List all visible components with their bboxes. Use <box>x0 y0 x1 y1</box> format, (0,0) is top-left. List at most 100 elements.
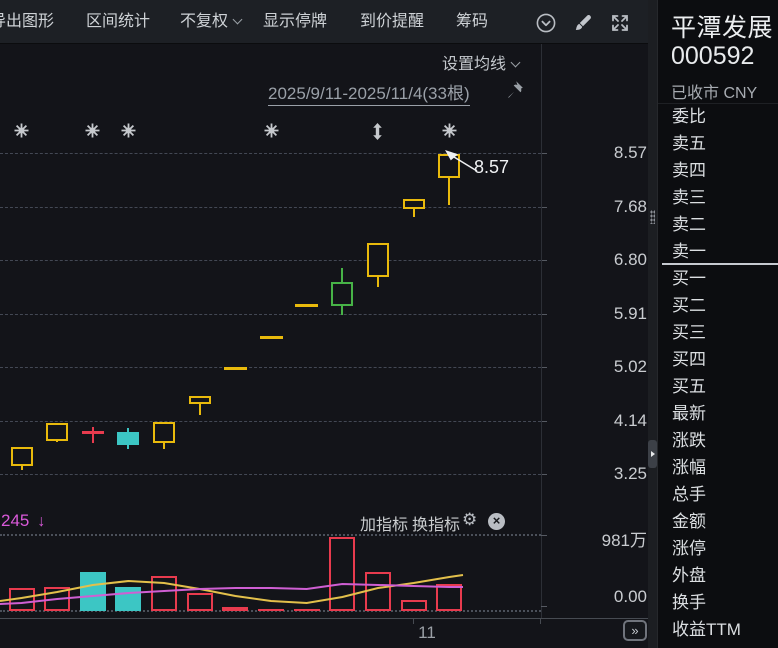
candle-10 <box>367 243 389 277</box>
toolbar-item-4[interactable]: 到价提醒 <box>360 0 424 44</box>
quote-row-17[interactable]: 外盘 <box>658 562 778 589</box>
candle-8 <box>295 304 318 307</box>
quote-row-7[interactable]: 买二 <box>658 292 778 319</box>
quote-row-12[interactable]: 涨跌 <box>658 427 778 454</box>
gridline-4.14 <box>0 421 541 422</box>
toolbar-item-5[interactable]: 筹码 <box>456 0 488 44</box>
top-toolbar: 导出图形区间统计不复权显示停牌到价提醒筹码 <box>0 0 656 44</box>
volume-bar-10 <box>365 572 391 611</box>
candle-7 <box>260 336 283 339</box>
volume-bar-0 <box>9 588 35 611</box>
quote-row-10[interactable]: 买五 <box>658 373 778 400</box>
gear-icon[interactable]: ⚙ <box>462 510 477 530</box>
quote-row-1[interactable]: 卖五 <box>658 130 778 157</box>
price-label-5.91: 5.91 <box>545 304 647 324</box>
star-marker-icon[interactable] <box>121 123 136 139</box>
volume-zero-label: 0.00 <box>545 587 647 607</box>
toolbar-item-2[interactable]: 不复权 <box>180 0 241 44</box>
candle-0 <box>11 447 33 466</box>
gridline-3.25 <box>0 474 541 475</box>
toolbar-item-3[interactable]: 显示停牌 <box>263 0 327 44</box>
candle-5 <box>189 396 211 404</box>
price-label-3.25: 3.25 <box>545 464 647 484</box>
gridline-6.80 <box>0 260 541 261</box>
quote-row-11[interactable]: 最新 <box>658 400 778 427</box>
candle-9 <box>331 282 353 306</box>
quote-panel: 平潭发展 000592 已收市 CNY 委比卖五卖四卖三卖二卖一买一买二买三买四… <box>657 0 778 648</box>
candle-6 <box>224 367 247 370</box>
bid-ask-divider <box>662 263 778 265</box>
stock-name: 平潭发展 <box>671 8 773 44</box>
updown-arrow-marker-icon[interactable] <box>371 123 386 139</box>
quote-row-14[interactable]: 总手 <box>658 481 778 508</box>
quote-row-9[interactable]: 买四 <box>658 346 778 373</box>
gridline-7.68 <box>0 207 541 208</box>
volume-pane-top-border <box>0 534 541 536</box>
annotation-arrow-icon <box>441 147 479 175</box>
volume-bar-7 <box>258 609 284 611</box>
ma-setting-label: 设置均线 <box>442 56 506 73</box>
candle-wick-2 <box>92 427 94 443</box>
gridline-5.91 <box>0 314 541 315</box>
toolbar-item-0[interactable]: 导出图形 <box>0 0 54 44</box>
chart-area[interactable]: 设置均线 2025/9/11-2025/11/4(33根) 8.57 7.68 6.… <box>0 44 656 648</box>
price-label-5.02: 5.02 <box>545 357 647 377</box>
x-tick-right <box>540 619 541 624</box>
plot-right-border <box>541 44 542 618</box>
brush-icon[interactable] <box>573 13 595 35</box>
toolbar-item-1[interactable]: 区间统计 <box>86 0 150 44</box>
market-status: 已收市 CNY <box>671 79 757 103</box>
volume-bar-2 <box>80 572 106 611</box>
indicator-toolbar: 加指标 换指标 ⚙ × <box>0 511 541 533</box>
star-marker-icon[interactable] <box>14 123 29 139</box>
stock-code: 000592 <box>671 42 754 71</box>
candle-11 <box>403 199 425 209</box>
switch-indicator-button[interactable]: 换指标 <box>412 511 460 535</box>
close-indicator-icon[interactable]: × <box>488 513 505 530</box>
quote-row-16[interactable]: 涨停 <box>658 535 778 562</box>
quote-row-18[interactable]: 换手 <box>658 589 778 616</box>
quote-row-3[interactable]: 卖三 <box>658 184 778 211</box>
quote-row-15[interactable]: 金额 <box>658 508 778 535</box>
quote-row-8[interactable]: 买三 <box>658 319 778 346</box>
chevron-down-icon <box>511 58 521 68</box>
quote-row-2[interactable]: 卖四 <box>658 157 778 184</box>
date-range-label[interactable]: 2025/9/11-2025/11/4(33根) <box>268 79 470 104</box>
scroll-right-button[interactable]: » <box>623 620 647 641</box>
splitter-grip-icon[interactable] <box>650 210 655 224</box>
x-axis-label: 11 <box>412 623 442 643</box>
star-marker-icon[interactable] <box>442 123 457 139</box>
add-indicator-button[interactable]: 加指标 <box>360 511 408 535</box>
price-annotation: 8.57 <box>474 157 509 178</box>
candle-1 <box>46 423 68 441</box>
quote-row-6[interactable]: 买一 <box>658 265 778 292</box>
splitter-collapse-handle[interactable] <box>648 440 657 468</box>
price-label-7.68: 7.68 <box>545 197 647 217</box>
quote-row-5[interactable]: 卖一 <box>658 238 778 265</box>
history-circle-chevron-icon[interactable] <box>535 12 557 34</box>
volume-bar-6 <box>222 607 248 611</box>
volume-bar-5 <box>187 593 213 611</box>
quote-row-19[interactable]: 收益TTM <box>658 616 778 643</box>
volume-max-label: 981万 <box>545 526 647 551</box>
star-marker-icon[interactable] <box>85 123 100 139</box>
quote-row-0[interactable]: 委比 <box>658 103 778 130</box>
quote-row-4[interactable]: 卖二 <box>658 211 778 238</box>
star-marker-icon[interactable] <box>264 123 279 139</box>
quote-row-13[interactable]: 涨幅 <box>658 454 778 481</box>
price-label-6.80: 6.80 <box>545 250 647 270</box>
x-axis-line <box>0 618 656 619</box>
gridline-5.02 <box>0 367 541 368</box>
volume-bar-8 <box>294 609 320 611</box>
volume-right-border <box>541 534 542 611</box>
volume-bar-11 <box>401 600 427 611</box>
candle-4 <box>153 422 175 444</box>
panel-splitter[interactable] <box>648 0 657 648</box>
volume-bar-9 <box>329 537 355 611</box>
expand-icon[interactable] <box>609 12 631 34</box>
volume-bar-4 <box>151 576 177 611</box>
volume-bar-3 <box>115 587 141 611</box>
right-triangle-icon <box>651 451 655 457</box>
pin-icon[interactable] <box>505 80 524 99</box>
ma-setting-control[interactable]: 设置均线 <box>442 50 519 74</box>
